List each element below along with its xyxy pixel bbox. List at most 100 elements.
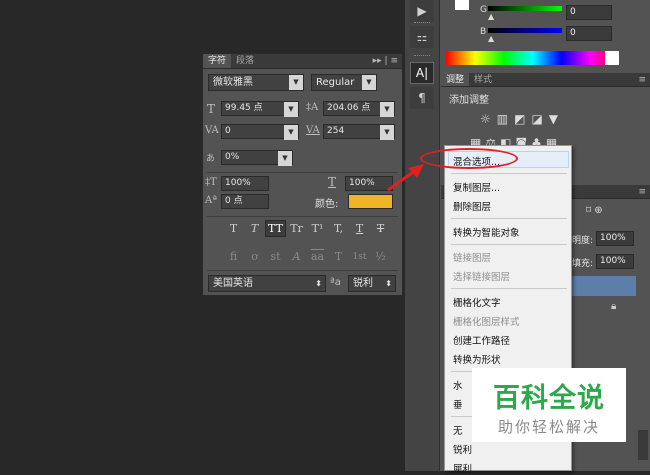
chevron-down-icon: ▼	[362, 75, 376, 90]
menu-item-select-linked-layers: 选择链接图层	[453, 272, 511, 283]
menu-item-create-work-path[interactable]: 创建工作路径	[453, 333, 510, 347]
play-action-icon[interactable]: ▶	[410, 0, 434, 22]
color-label: 颜色:	[315, 199, 339, 210]
font-style-dropdown[interactable]: Regular ▼	[311, 74, 377, 91]
superscript-button[interactable]: T¹	[307, 220, 328, 237]
underline-button[interactable]: T	[349, 220, 370, 237]
text-style-buttons: T T TT Tr T¹ T, T T	[223, 220, 391, 237]
menu-item-rasterize-layer-style: 栅格化图层样式	[453, 317, 520, 328]
leading-field[interactable]: 204.06 点 ▼	[323, 101, 395, 117]
menu-item-duplicate-layer[interactable]: 复制图层...	[453, 180, 500, 194]
fractions-button[interactable]: ½	[370, 248, 391, 265]
menu-item-antialias-sharp[interactable]: 锐利	[453, 442, 472, 456]
tsume-field[interactable]: 0% ▼	[221, 150, 293, 166]
curves-icon[interactable]: ◩	[514, 112, 525, 126]
clone-source-icon[interactable]: ⚏	[410, 26, 434, 48]
menu-item-horizontal[interactable]: 水	[453, 378, 463, 392]
faux-italic-button[interactable]: T	[244, 220, 265, 237]
layer-lock-icons[interactable]: ⌑ ⊕	[586, 205, 603, 216]
levels-icon[interactable]: ▥	[497, 112, 508, 126]
antialias-dropdown[interactable]: 锐利 ⬍	[348, 275, 396, 292]
tracking-field[interactable]: 254 ▼	[323, 124, 395, 140]
highlight-circle	[420, 148, 518, 169]
pointer-arrow-icon	[387, 164, 424, 192]
g-channel-slider[interactable]	[488, 6, 562, 11]
language-value: 美国英语	[213, 278, 253, 289]
font-size-field[interactable]: 99.45 点 ▼	[221, 101, 299, 117]
slider-thumb-icon[interactable]: ▲	[488, 34, 494, 43]
menu-item-rasterize-type[interactable]: 栅格化文字	[453, 295, 501, 309]
foreground-color-swatch[interactable]	[455, 0, 469, 10]
vibrance-icon[interactable]: ▼	[549, 112, 558, 126]
strip-grip[interactable]	[414, 55, 430, 57]
font-size-icon: T	[207, 102, 216, 116]
watermark: 百科全说 助你轻松解决	[472, 368, 626, 442]
font-family-dropdown[interactable]: 微软雅黑 ▼	[208, 74, 304, 91]
menu-separator	[451, 173, 567, 174]
menu-item-antialias-crisp[interactable]: 犀利	[453, 461, 472, 475]
chevron-down-icon: ▼	[380, 125, 394, 140]
tab-character[interactable]: 字符	[203, 54, 232, 68]
panel-menu-icon[interactable]: ≡	[638, 185, 646, 198]
strikethrough-button[interactable]: T	[370, 220, 391, 237]
divider	[207, 216, 398, 217]
font-size-value: 99.45 点	[225, 103, 263, 113]
scrollbar[interactable]	[638, 430, 648, 460]
menu-item-convert-to-shape[interactable]: 转换为形状	[453, 352, 501, 366]
ligatures-button[interactable]: fi	[223, 248, 244, 265]
character-panel-icon[interactable]: A|	[410, 62, 434, 84]
baseline-shift-icon: Aª	[205, 195, 217, 206]
g-channel-value[interactable]: 0	[566, 5, 612, 20]
panel-menu-icon[interactable]: ≡	[638, 73, 646, 86]
subscript-button[interactable]: T,	[328, 220, 349, 237]
opacity-field[interactable]: 100%	[596, 231, 634, 246]
chevron-down-icon: ▼	[380, 102, 394, 117]
titling-alternates-button[interactable]: T	[328, 248, 349, 265]
tsume-icon: あ	[206, 154, 216, 164]
chevron-down-icon: ▼	[284, 102, 298, 117]
text-color-swatch[interactable]	[348, 194, 393, 209]
divider	[207, 270, 398, 271]
small-caps-button[interactable]: Tr	[286, 220, 307, 237]
tracking-value: 254	[327, 126, 345, 136]
watermark-title: 百科全说	[493, 383, 605, 414]
selected-layer-row[interactable]	[572, 276, 636, 296]
kerning-field[interactable]: 0 ▼	[221, 124, 299, 140]
lock-icon: 🔒︎	[611, 301, 617, 312]
slider-thumb-icon[interactable]: ▲	[488, 12, 494, 21]
ordinals-button[interactable]: 1st	[349, 248, 370, 265]
stylistic-alternates-button[interactable]: aa	[307, 248, 328, 265]
menu-item-delete-layer[interactable]: 删除图层	[453, 199, 491, 213]
menu-item-antialias-none[interactable]: 无	[453, 423, 463, 437]
exposure-icon[interactable]: ◪	[531, 112, 542, 126]
vertical-scale-field[interactable]: 100%	[221, 176, 269, 191]
contextual-alternates-button[interactable]: st	[265, 248, 286, 265]
watermark-subtitle: 助你轻松解决	[497, 418, 600, 436]
character-tabbar: 字符 段落 ▸▸ | ≡	[203, 54, 402, 69]
tab-adjustments[interactable]: 调整	[441, 73, 470, 86]
menu-separator	[451, 218, 567, 219]
faux-bold-button[interactable]: T	[223, 220, 244, 237]
tab-paragraph[interactable]: 段落	[231, 54, 259, 68]
brightness-icon[interactable]: ☼	[480, 112, 491, 126]
paragraph-panel-icon[interactable]: ¶	[410, 87, 434, 109]
fill-field[interactable]: 100%	[596, 254, 634, 269]
color-spectrum-bar[interactable]	[446, 51, 619, 65]
language-dropdown[interactable]: 美国英语 ⬍	[208, 275, 326, 292]
all-caps-button[interactable]: TT	[265, 220, 286, 237]
b-channel-slider[interactable]	[488, 28, 562, 33]
antialias-icon: ªa	[330, 277, 341, 288]
chevron-down-icon: ▼	[289, 75, 303, 90]
menu-item-convert-smart-object[interactable]: 转换为智能对象	[453, 225, 520, 239]
b-channel-value[interactable]: 0	[566, 26, 612, 41]
panel-menu-icon[interactable]: ▸▸ | ≡	[373, 54, 398, 68]
tab-styles[interactable]: 样式	[469, 73, 497, 86]
menu-item-vertical[interactable]: 垂	[453, 397, 463, 411]
leading-value: 204.06 点	[327, 103, 371, 113]
swash-button[interactable]: A	[286, 248, 307, 265]
adjustments-tabbar: 调整 样式 ≡	[441, 73, 650, 87]
chevron-down-icon: ▼	[278, 151, 292, 166]
strip-grip[interactable]	[414, 22, 430, 24]
discretionary-ligatures-button[interactable]: ơ	[244, 248, 265, 265]
baseline-shift-field[interactable]: 0 点	[221, 194, 269, 209]
